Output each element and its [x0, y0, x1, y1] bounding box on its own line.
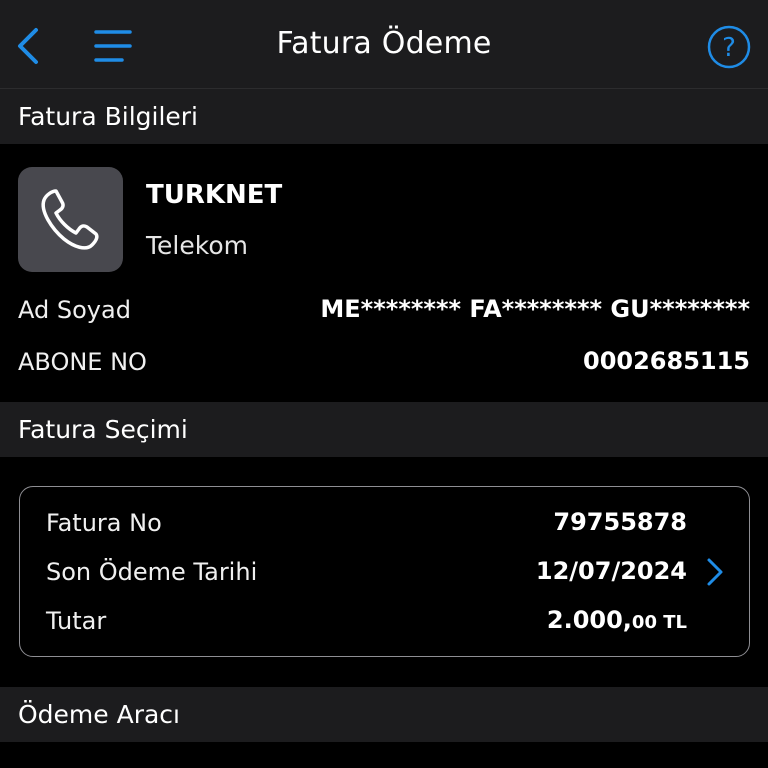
phone-icon — [41, 189, 99, 250]
provider-name: TURKNET — [146, 180, 283, 210]
provider-logo — [18, 167, 123, 272]
provider-category: Telekom — [146, 231, 248, 260]
amount-value: 2.000,00 TL — [547, 606, 687, 634]
section-header-bill-info: Fatura Bilgileri — [0, 89, 768, 144]
due-date-value: 12/07/2024 — [535, 557, 687, 585]
name-value: ME******** FA******** GU******** — [320, 295, 750, 323]
page-title: Fatura Ödeme — [276, 26, 492, 61]
due-date-label: Son Ödeme Tarihi — [46, 558, 258, 586]
top-navigation-bar: Fatura Ödeme ? — [0, 0, 768, 89]
section-header-bill-selection: Fatura Seçimi — [0, 402, 768, 457]
question-circle-icon: ? — [707, 25, 751, 69]
help-button[interactable]: ? — [706, 24, 752, 70]
subscriber-no-value: 0002685115 — [583, 347, 750, 375]
svg-text:?: ? — [722, 33, 736, 63]
amount-label: Tutar — [46, 607, 107, 635]
bill-no-label: Fatura No — [46, 509, 162, 537]
amount-cents-currency: 00 TL — [631, 612, 687, 633]
name-label: Ad Soyad — [18, 296, 131, 324]
section-header-payment-method: Ödeme Aracı — [0, 687, 768, 742]
bill-no-value: 79755878 — [553, 508, 687, 536]
chevron-right-icon[interactable] — [703, 556, 727, 588]
amount-main: 2.000, — [546, 606, 632, 634]
subscriber-no-label: ABONE NO — [18, 348, 147, 376]
